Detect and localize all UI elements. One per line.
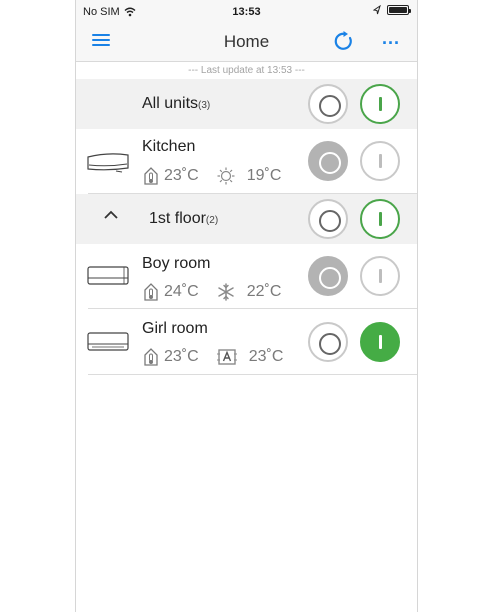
house-thermometer-icon	[144, 348, 158, 366]
status-bar: No SIM 13:53	[76, 0, 417, 22]
unit-row-girl-room[interactable]: Girl room 23˚C 23˚C	[76, 309, 417, 375]
all-units-count: (3)	[198, 100, 211, 111]
last-update-label: --- Last update at 13:53 ---	[188, 65, 305, 76]
all-units-on-button[interactable]	[360, 84, 400, 124]
unit-name: Kitchen	[142, 138, 196, 155]
all-units-label: All units	[142, 95, 199, 112]
floor-off-button[interactable]	[308, 199, 348, 239]
navigation-bar: Home ...	[76, 22, 417, 62]
floor-count: (2)	[205, 215, 219, 226]
set-temperature: 22˚C	[246, 283, 282, 300]
house-thermometer-icon	[144, 167, 158, 185]
all-units-off-button[interactable]	[308, 84, 348, 124]
auto-mode-icon	[216, 349, 237, 365]
app-window: No SIM 13:53 Home ... --- Last update at…	[75, 0, 418, 612]
unit-row-boy-room[interactable]: Boy room 24˚C 22˚C	[76, 244, 417, 309]
location-arrow-icon	[373, 5, 381, 15]
chevron-up-icon[interactable]	[104, 210, 118, 220]
room-temperature: 23˚C	[164, 167, 199, 184]
wall-ac-unit-icon	[87, 266, 129, 285]
house-thermometer-icon	[144, 283, 158, 301]
room-temperature: 24˚C	[164, 283, 199, 300]
unit-name: Boy room	[142, 255, 211, 272]
top-bar: No SIM 13:53 Home ...	[76, 0, 417, 62]
more-button[interactable]: ...	[382, 28, 400, 49]
page-title: Home	[223, 32, 270, 51]
boy-room-off-button[interactable]	[308, 256, 348, 296]
clock: 13:53	[232, 6, 261, 18]
wall-ac-unit-icon	[87, 332, 129, 351]
kitchen-on-button[interactable]	[360, 141, 400, 181]
floor-group-row[interactable]: 1st floor(2)	[76, 194, 417, 244]
girl-room-on-button[interactable]	[360, 322, 400, 362]
girl-room-off-button[interactable]	[308, 322, 348, 362]
room-temperature: 23˚C	[164, 348, 199, 365]
snowflake-icon	[217, 283, 234, 301]
floor-label: 1st floor	[149, 210, 206, 227]
unit-name: Girl room	[142, 320, 208, 337]
boy-room-on-button[interactable]	[360, 256, 400, 296]
battery-icon	[387, 5, 411, 15]
set-temperature: 19˚C	[246, 167, 282, 184]
set-temperature: 23˚C	[248, 348, 284, 365]
floor-on-button[interactable]	[360, 199, 400, 239]
kitchen-off-button[interactable]	[308, 141, 348, 181]
refresh-icon[interactable]	[333, 30, 355, 52]
all-units-row: All units(3)	[76, 79, 417, 129]
wall-ac-unit-icon	[87, 153, 129, 173]
sun-icon	[217, 167, 235, 185]
unit-row-kitchen[interactable]: Kitchen 23˚C 19˚C	[76, 129, 417, 194]
